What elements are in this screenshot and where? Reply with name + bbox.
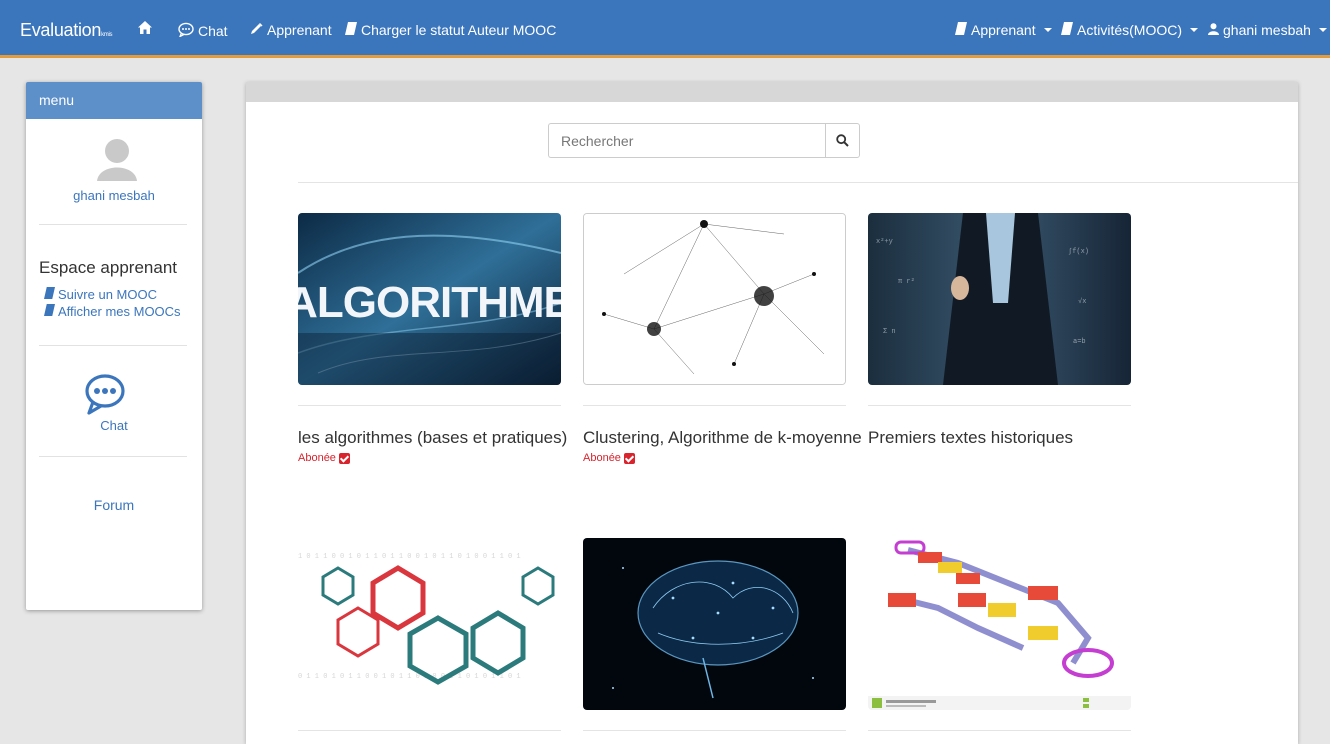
svg-text:∫f(x): ∫f(x) xyxy=(1068,248,1089,256)
svg-text:Σ n: Σ n xyxy=(883,328,896,336)
brand-sub: kmis xyxy=(101,32,113,38)
nav-activites-dropdown[interactable]: Activités(MOOC) xyxy=(1061,22,1198,38)
divider xyxy=(298,730,561,731)
divider xyxy=(583,730,846,731)
check-square-icon xyxy=(338,452,350,464)
divider xyxy=(868,730,1131,731)
caret-down-icon xyxy=(1190,28,1198,32)
nav-apprenant-label: Apprenant xyxy=(267,22,332,38)
sidebar-item-afficher-moocs[interactable]: Afficher mes MOOCs xyxy=(44,304,181,319)
sidebar-header: menu xyxy=(26,82,202,119)
search-button[interactable] xyxy=(825,123,860,158)
nav-apprenant-dropdown-label: Apprenant xyxy=(971,22,1036,38)
nav-apprenant[interactable]: Apprenant xyxy=(250,22,332,38)
course-thumbnail[interactable] xyxy=(583,538,846,710)
check-square-icon xyxy=(623,452,635,464)
home-icon[interactable] xyxy=(138,21,152,34)
section-title: Espace apprenant xyxy=(39,258,177,277)
course-thumbnail[interactable]: x²+y ∫f(x) Σ n a=b π r² √x xyxy=(868,213,1131,385)
svg-text:√x: √x xyxy=(1078,297,1086,306)
course-card xyxy=(868,538,1131,731)
badge-label: Abonée xyxy=(583,452,621,464)
course-title[interactable]: les algorithmes (bases et pratiques) xyxy=(298,428,567,448)
default-user-icon xyxy=(97,139,137,181)
course-title[interactable]: Clustering, Algorithme de k-moyenne xyxy=(583,428,862,448)
subscribed-badge: Abonée xyxy=(298,452,561,464)
top-navbar: Evaluationkmis Chat Apprenant Charger le… xyxy=(0,0,1330,58)
svg-text:1 0 1 1 0 0 1 0 1 1 0 1 1 0 0: 1 0 1 1 0 0 1 0 1 1 0 1 1 0 0 1 0 1 1 0 … xyxy=(298,553,521,561)
pencil-icon xyxy=(250,22,263,38)
book-icon xyxy=(345,22,357,38)
subscribed-badge: Abonée xyxy=(583,452,846,464)
nav-user-dropdown[interactable]: ghani mesbah xyxy=(1208,22,1327,38)
course-card: ALGORITHME les algorithmes (bases et pra… xyxy=(298,213,567,464)
panel-header-bar xyxy=(246,82,1298,102)
search-input[interactable] xyxy=(548,123,825,158)
book-icon xyxy=(44,304,55,319)
course-card: x²+y ∫f(x) Σ n a=b π r² √x Premiers textes … xyxy=(868,213,1131,448)
course-thumbnail[interactable]: ALGORITHME xyxy=(298,213,561,385)
nav-charger-label: Charger le statut Auteur MOOC xyxy=(361,22,557,38)
divider xyxy=(583,405,846,406)
chat-icon[interactable] xyxy=(81,370,129,423)
sidebar-user-name[interactable]: ghani mesbah xyxy=(26,188,202,203)
divider xyxy=(868,405,1131,406)
divider xyxy=(39,224,187,225)
main-content-panel: ALGORITHME les algorithmes (bases et pra… xyxy=(246,82,1298,744)
book-icon xyxy=(955,22,967,38)
divider xyxy=(298,405,561,406)
nav-user-label: ghani mesbah xyxy=(1223,22,1311,38)
course-card: Clustering, Algorithme de k-moyenne Abon… xyxy=(583,213,862,464)
caret-down-icon xyxy=(1318,28,1327,32)
book-icon xyxy=(1061,22,1073,38)
caret-down-icon xyxy=(1043,28,1052,32)
divider xyxy=(39,456,187,457)
course-thumbnail[interactable]: 1 0 1 1 0 0 1 0 1 1 0 1 1 0 0 1 0 1 1 0 … xyxy=(298,538,561,710)
nav-apprenant-dropdown[interactable]: Apprenant xyxy=(955,22,1052,38)
sidebar-chat-link[interactable]: Chat xyxy=(26,418,202,433)
avatar[interactable] xyxy=(97,137,137,181)
sidebar-item-suivre-mooc[interactable]: Suivre un MOOC xyxy=(44,287,157,302)
course-thumbnail[interactable] xyxy=(583,213,846,385)
chat-bubble-icon xyxy=(178,22,194,40)
sidebar-menu: menu ghani mesbah Espace apprenant Suivr… xyxy=(26,82,202,610)
badge-label: Abonée xyxy=(298,452,336,464)
nav-chat-label: Chat xyxy=(198,23,228,39)
user-icon xyxy=(1208,22,1219,38)
svg-text:x²+y: x²+y xyxy=(876,238,893,246)
nav-charger-statut[interactable]: Charger le statut Auteur MOOC xyxy=(345,22,556,38)
nav-activites-label: Activités(MOOC) xyxy=(1077,22,1182,38)
course-card: 1 0 1 1 0 0 1 0 1 1 0 1 1 0 0 1 0 1 1 0 … xyxy=(298,538,561,731)
course-title[interactable]: Premiers textes historiques xyxy=(868,428,1131,448)
course-card xyxy=(583,538,846,731)
sidebar-item-label: Afficher mes MOOCs xyxy=(58,304,181,319)
search-icon xyxy=(836,134,849,147)
book-icon xyxy=(44,287,55,302)
brand-name: Evaluation xyxy=(20,20,102,40)
nav-chat[interactable]: Chat xyxy=(178,22,228,40)
divider xyxy=(39,345,187,346)
svg-text:a=b: a=b xyxy=(1073,338,1086,346)
sidebar-item-label: Suivre un MOOC xyxy=(58,287,157,302)
sidebar-forum-link[interactable]: Forum xyxy=(26,497,202,513)
course-thumbnail[interactable] xyxy=(868,538,1131,710)
brand-logo[interactable]: Evaluationkmis xyxy=(20,20,113,41)
divider xyxy=(298,182,1298,183)
svg-text:π r²: π r² xyxy=(898,278,915,286)
svg-text:0 1 1 0 1 0 1 1 0 0 1 0 1 1 0: 0 1 1 0 1 0 1 1 0 0 1 0 1 1 0 1 0 0 1 1 … xyxy=(298,673,521,681)
search-group xyxy=(548,123,860,158)
thumbnail-text: ALGORITHME xyxy=(298,278,561,327)
